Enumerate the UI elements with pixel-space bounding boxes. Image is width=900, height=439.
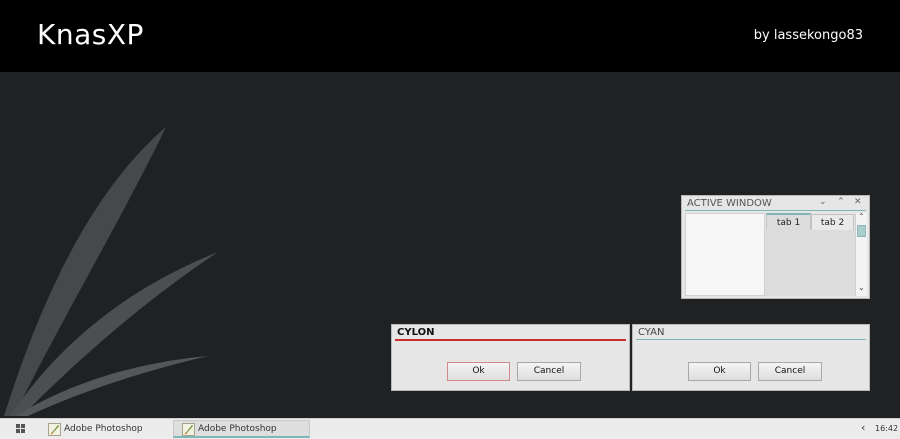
cylon-accent-line [395,339,626,341]
close-icon[interactable]: ✕ [854,197,862,207]
app-title: KnasXP [37,18,144,51]
ok-button[interactable]: Ok [447,362,510,381]
cylon-dialog: CYLON Ok Cancel [391,324,630,391]
tab-content-area [765,229,855,296]
desktop: KnasXP by lassekongo83 ACTIVE WINDOW ⌄ ⌃… [0,0,900,439]
active-window-accent-line [685,210,866,211]
taskbar-item[interactable]: Adobe Photoshop [48,421,168,438]
active-window[interactable]: ACTIVE WINDOW ⌄ ⌃ ✕ tab 1 tab 2 ⌃ ⌄ [681,195,870,299]
cyan-accent-line [636,339,866,340]
maximize-icon[interactable]: ⌃ [837,197,845,207]
scroll-down-icon[interactable]: ⌄ [858,283,865,292]
author-credit: by lassekongo83 [753,28,863,43]
header-bar: KnasXP by lassekongo83 [0,0,900,72]
minimize-icon[interactable]: ⌄ [819,197,827,207]
active-window-title: ACTIVE WINDOW [687,198,772,209]
windows-grid-icon[interactable] [16,424,26,434]
cancel-button[interactable]: Cancel [758,362,822,381]
vertical-scrollbar[interactable]: ⌃ ⌄ [855,212,867,296]
taskbar-item-active[interactable]: Adobe Photoshop [173,420,310,438]
active-window-pane [685,213,765,296]
tab-1[interactable]: tab 1 [766,213,811,229]
scroll-up-icon[interactable]: ⌃ [858,212,865,221]
ok-button[interactable]: Ok [688,362,751,381]
cancel-button[interactable]: Cancel [517,362,581,381]
cyan-dialog-title: CYAN [638,327,665,338]
taskbar-item-label: Adobe Photoshop [198,424,277,434]
cyan-dialog: CYAN Ok Cancel [632,324,870,391]
photoshop-feather-icon [48,423,61,436]
tab-2[interactable]: tab 2 [811,214,854,230]
tray-expand-icon[interactable]: ‹ [861,421,865,434]
taskbar: Adobe Photoshop Adobe Photoshop ‹ 16:42 [0,418,900,439]
photoshop-feather-icon [182,423,195,436]
taskbar-item-label: Adobe Photoshop [64,424,143,434]
leaf-wallpaper [4,127,218,416]
scrollbar-thumb[interactable] [857,225,866,237]
cylon-dialog-title: CYLON [397,327,435,338]
clock[interactable]: 16:42 [875,424,898,433]
